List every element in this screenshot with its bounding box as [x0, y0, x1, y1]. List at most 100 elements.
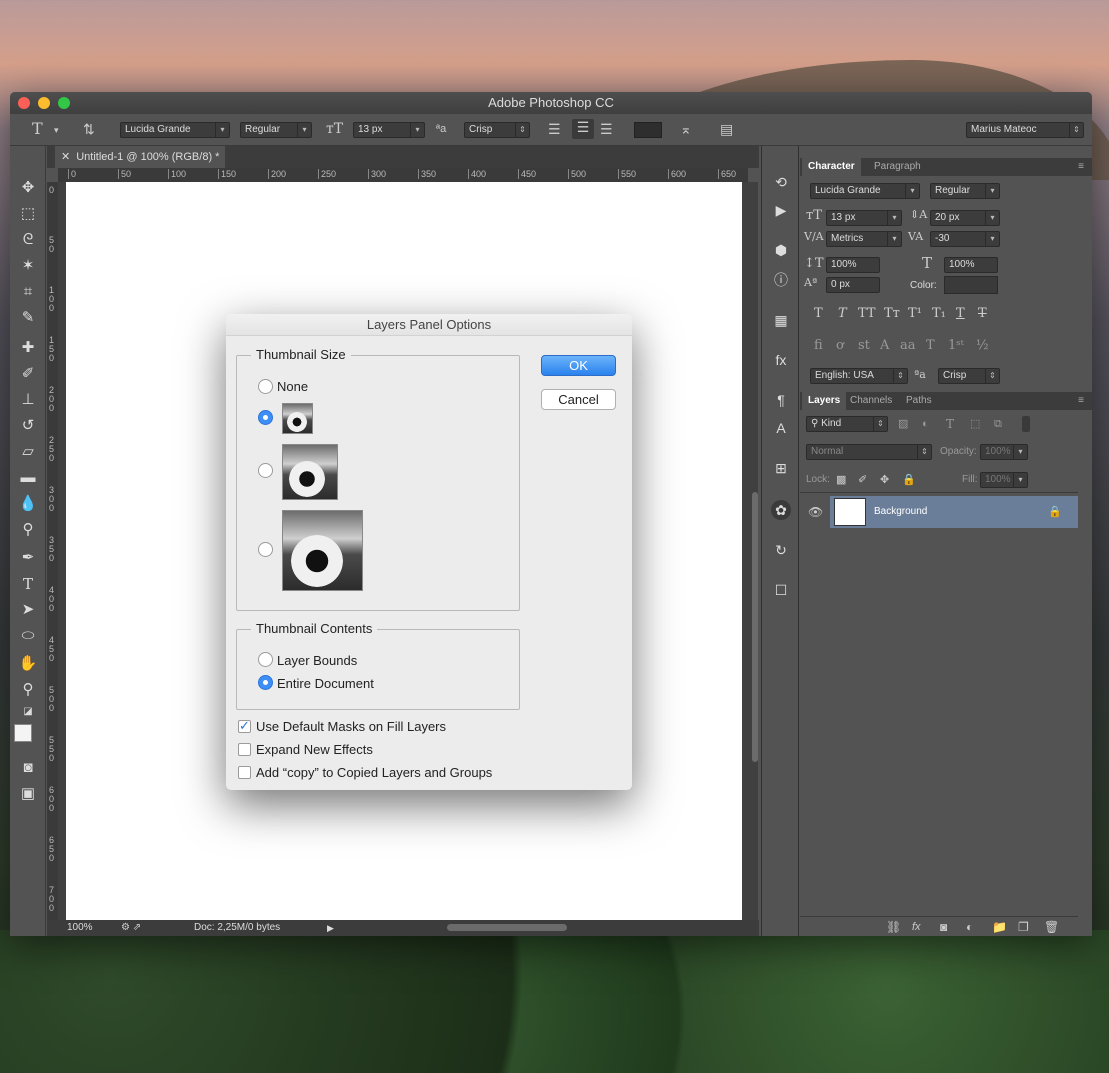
- entire-document-radio[interactable]: [258, 675, 273, 690]
- faux-italic-icon[interactable]: T: [838, 306, 847, 321]
- minimize-window-button[interactable]: [38, 97, 50, 109]
- new-group-icon[interactable]: 📁: [992, 919, 1007, 935]
- link-layers-icon[interactable]: ⛓: [886, 919, 901, 935]
- lock-transparent-icon[interactable]: ▩: [836, 472, 846, 488]
- stamp-tool-icon[interactable]: ⊥: [18, 390, 38, 410]
- ellipse-tool-icon[interactable]: ⬭: [18, 626, 38, 646]
- type-tool-preset-icon[interactable]: T: [32, 121, 43, 137]
- add-mask-icon[interactable]: ◙: [940, 919, 947, 935]
- close-tab-icon[interactable]: ✕: [61, 151, 70, 163]
- text-orientation-icon[interactable]: ⇅: [83, 121, 95, 137]
- thumb-large-image[interactable]: [282, 510, 363, 591]
- healing-brush-tool-icon[interactable]: ✚: [18, 338, 38, 358]
- timeline-icon[interactable]: ↻: [771, 540, 791, 560]
- add-copy-label[interactable]: Add “copy” to Copied Layers and Groups: [256, 765, 492, 780]
- brush-tool-icon[interactable]: ✐: [18, 364, 38, 384]
- panel-menu-icon[interactable]: ≡: [1072, 158, 1090, 176]
- language-select[interactable]: English: USA ⇕: [810, 368, 908, 384]
- filter-shape-icon[interactable]: ⬚: [970, 416, 980, 432]
- fractions-icon[interactable]: ½: [976, 338, 989, 353]
- ordinals-icon[interactable]: 1ˢᵗ: [948, 338, 964, 353]
- info-icon[interactable]: ⓘ: [771, 270, 791, 290]
- thumb-size-small-radio[interactable]: [258, 410, 273, 425]
- filter-smart-object-icon[interactable]: ⧉: [994, 416, 1002, 432]
- history-icon[interactable]: ⟲: [771, 172, 791, 192]
- fill-input[interactable]: 100% ▾: [980, 472, 1028, 488]
- titling-alternates-icon[interactable]: T: [926, 338, 935, 353]
- filter-pixel-icon[interactable]: ▨: [898, 416, 908, 432]
- tab-character[interactable]: Character: [802, 158, 861, 176]
- discretionary-ligatures-icon[interactable]: st: [858, 338, 870, 353]
- swash-icon[interactable]: A: [880, 338, 889, 353]
- tab-channels[interactable]: Channels: [844, 392, 898, 410]
- lock-position-icon[interactable]: ✥: [880, 472, 889, 488]
- play-icon[interactable]: ▶: [327, 920, 334, 936]
- thumb-size-medium-radio[interactable]: [258, 463, 273, 478]
- styles-icon[interactable]: fx: [771, 350, 791, 370]
- strikethrough-icon[interactable]: T: [978, 306, 987, 321]
- lasso-tool-icon[interactable]: ᘓ: [18, 230, 38, 250]
- thumb-small-image[interactable]: [282, 403, 313, 434]
- eraser-tool-icon[interactable]: ▱: [18, 442, 38, 462]
- vertical-scrollbar[interactable]: [752, 492, 758, 762]
- align-center-icon[interactable]: ☰: [572, 119, 594, 139]
- filter-type-icon[interactable]: T: [946, 416, 954, 432]
- actions-play-icon[interactable]: ▶: [771, 200, 791, 220]
- char-antialias-select[interactable]: Crisp ⇕: [938, 368, 1000, 384]
- adjustments-icon[interactable]: ⊞: [771, 458, 791, 478]
- tab-paths[interactable]: Paths: [900, 392, 938, 410]
- character-styles-icon[interactable]: A: [771, 418, 791, 438]
- history-brush-tool-icon[interactable]: ↺: [18, 416, 38, 436]
- layer-row[interactable]: 👁 Background 🔒: [800, 496, 1078, 528]
- brush-preset-icon[interactable]: ✿: [771, 500, 791, 520]
- font-style-select[interactable]: Regular ▾: [240, 122, 312, 138]
- antialias-select[interactable]: Crisp ⇕: [464, 122, 530, 138]
- ok-button[interactable]: OK: [541, 355, 616, 376]
- opacity-input[interactable]: 100% ▾: [980, 444, 1028, 460]
- filter-toggle[interactable]: [1022, 416, 1030, 432]
- toggle-panels-icon[interactable]: ▤: [720, 121, 733, 137]
- align-right-icon[interactable]: ☰: [600, 121, 613, 137]
- char-font-family-select[interactable]: Lucida Grande ▾: [810, 183, 920, 199]
- hand-tool-icon[interactable]: ✋: [18, 654, 38, 674]
- font-size-select[interactable]: 13 px ▾: [353, 122, 425, 138]
- entire-document-label[interactable]: Entire Document: [277, 676, 374, 691]
- zoom-tool-icon[interactable]: ⚲: [18, 680, 38, 700]
- small-caps-icon[interactable]: Tᴛ: [884, 306, 900, 321]
- text-color-swatch[interactable]: [634, 122, 662, 138]
- screen-mode-icon[interactable]: ▣: [18, 784, 38, 804]
- lock-all-icon[interactable]: 🔒: [902, 472, 916, 488]
- thumb-size-none-radio[interactable]: [258, 379, 273, 394]
- zoom-level[interactable]: 100%: [67, 920, 93, 936]
- document-tab[interactable]: ✕ Untitled-1 @ 100% (RGB/8) *: [55, 146, 225, 168]
- faux-bold-icon[interactable]: T: [814, 306, 823, 321]
- thumb-size-large-radio[interactable]: [258, 542, 273, 557]
- add-copy-checkbox[interactable]: [238, 766, 251, 779]
- font-family-select[interactable]: Lucida Grande ▾: [120, 122, 230, 138]
- new-layer-icon[interactable]: ❐: [1018, 919, 1029, 935]
- tab-paragraph[interactable]: Paragraph: [868, 158, 927, 176]
- blur-tool-icon[interactable]: 💧: [18, 494, 38, 514]
- magic-wand-tool-icon[interactable]: ✶: [18, 256, 38, 276]
- stylistic-alternates-icon[interactable]: aa: [900, 338, 916, 353]
- ligatures-icon[interactable]: fi: [814, 338, 823, 353]
- tab-layers[interactable]: Layers: [802, 392, 847, 410]
- subscript-icon[interactable]: T₁: [932, 306, 946, 321]
- char-size-select[interactable]: 13 px ▾: [826, 210, 902, 226]
- type-tool-icon[interactable]: T: [18, 574, 38, 594]
- marquee-tool-icon[interactable]: ⬚: [18, 204, 38, 224]
- swatches-icon[interactable]: ▦: [771, 310, 791, 330]
- layer-bounds-label[interactable]: Layer Bounds: [277, 653, 357, 668]
- char-tracking-select[interactable]: -30 ▾: [930, 231, 1000, 247]
- layer-filter-select[interactable]: ⚲ Kind ⇕: [806, 416, 888, 432]
- gradient-tool-icon[interactable]: ▬: [18, 468, 38, 488]
- expand-new-effects-checkbox[interactable]: [238, 743, 251, 756]
- close-window-button[interactable]: [18, 97, 30, 109]
- workspace-select[interactable]: Marius Mateoc ⇕: [966, 122, 1084, 138]
- foreground-color-swatch[interactable]: [14, 724, 32, 742]
- crop-tool-icon[interactable]: ⌗: [18, 282, 38, 302]
- align-left-icon[interactable]: ☰: [548, 121, 561, 137]
- fx-icon[interactable]: fx: [912, 919, 921, 935]
- move-tool-icon[interactable]: ✥: [18, 178, 38, 198]
- cloud-sync-icon[interactable]: ⚙ ⇗: [121, 920, 141, 936]
